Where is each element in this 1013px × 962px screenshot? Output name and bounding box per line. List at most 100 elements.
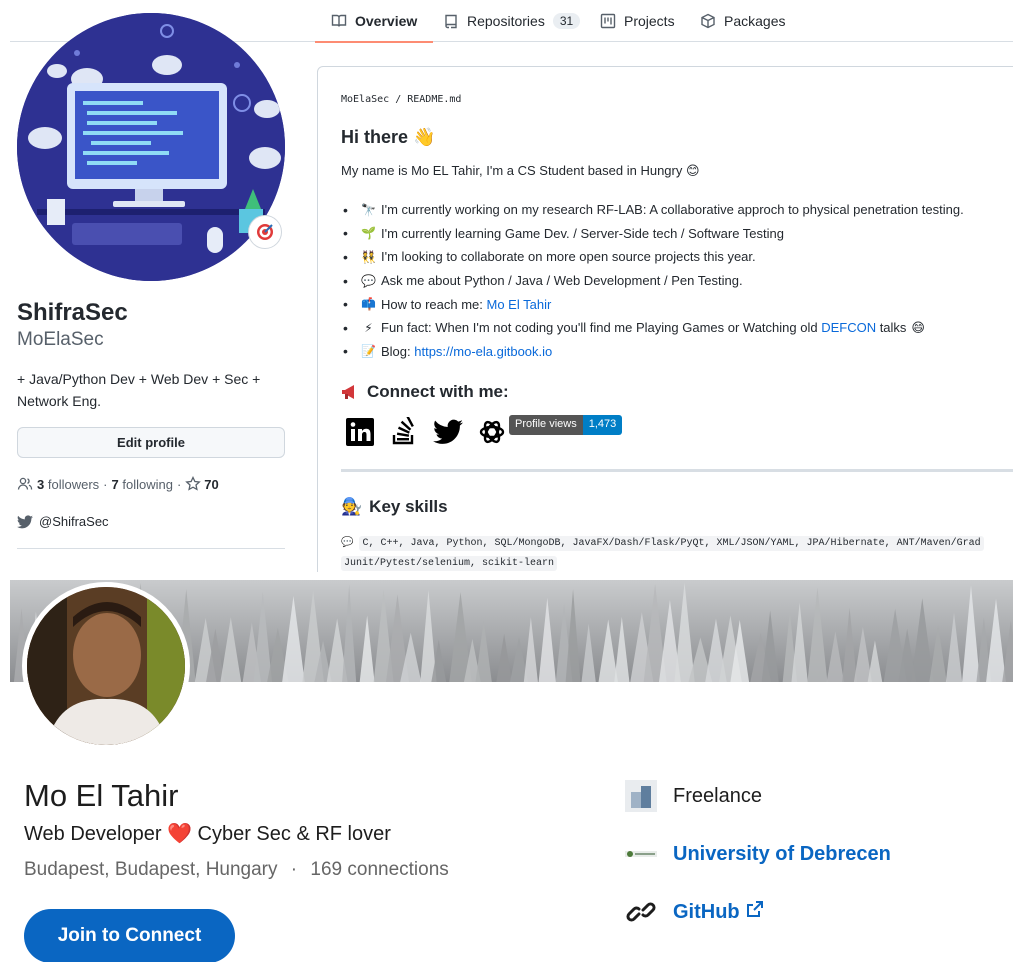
skills-heading-text: Key skills xyxy=(369,497,448,516)
website-link-github[interactable]: GitHub xyxy=(625,896,764,928)
repo-icon xyxy=(445,14,457,29)
tab-projects-label: Projects xyxy=(624,13,675,29)
readme-divider xyxy=(341,469,1013,472)
megaphone-icon xyxy=(342,385,354,399)
stars-link[interactable]: 70 xyxy=(185,476,219,492)
social-links xyxy=(345,417,507,447)
project-icon xyxy=(600,13,616,29)
openai-link[interactable] xyxy=(477,417,507,447)
status-emoji-button[interactable] xyxy=(248,215,282,249)
readme-path-user[interactable]: MoElaSec xyxy=(341,94,389,105)
tab-overview[interactable]: Overview xyxy=(314,0,434,43)
dancers-icon: 👯 xyxy=(361,249,376,264)
linkedin-location-row: Budapest, Budapest, Hungary · 169 connec… xyxy=(24,859,449,881)
github-avatar[interactable] xyxy=(17,13,285,281)
linkedin-avatar[interactable] xyxy=(22,582,190,750)
readme-path-separator: / xyxy=(389,94,408,105)
linkedin-name: Mo El Tahir xyxy=(24,778,179,813)
list-item: 📝 Blog: https://mo-ela.gitbook.io xyxy=(341,340,964,364)
speech-bubble-icon: 💬 xyxy=(361,273,376,288)
lightning-icon: ⚡ xyxy=(364,320,373,335)
star-icon xyxy=(185,476,202,491)
readme-heading-text: Hi there xyxy=(341,127,409,147)
list-item-text: I'm looking to collaborate on more open … xyxy=(381,249,756,265)
education-item-debrecen[interactable]: University of Debrecen xyxy=(625,838,891,870)
wave-icon: 👋 xyxy=(413,127,436,147)
profile-display-name: ShifraSec xyxy=(17,299,128,326)
tab-repositories[interactable]: Repositories 31 xyxy=(443,0,581,42)
dot-separator: · xyxy=(176,476,182,492)
following-link[interactable]: 7 following xyxy=(112,477,173,492)
telescope-icon: 🔭 xyxy=(361,202,376,217)
book-icon xyxy=(331,14,347,27)
people-icon xyxy=(17,477,33,490)
sidebar-divider xyxy=(17,548,285,549)
experience-item-freelance[interactable]: Freelance xyxy=(625,780,762,812)
skills-code-2: Junit/Pytest/selenium, scikit-learn xyxy=(341,556,558,571)
grin-icon: 😄 xyxy=(911,319,925,335)
readme-intro: My name is Mo EL Tahir, I'm a CS Student… xyxy=(341,163,700,179)
badge-label: Profile views xyxy=(509,415,583,435)
defcon-link[interactable]: DEFCON xyxy=(821,320,876,335)
speech-bubble-icon: 💬 xyxy=(341,537,354,548)
blog-link[interactable]: https://mo-ela.gitbook.io xyxy=(414,344,552,359)
list-item: 👯 I'm looking to collaborate on more open… xyxy=(341,245,964,269)
list-item: 🔭 I'm currently working on my research RF… xyxy=(341,198,964,222)
linkedin-link[interactable] xyxy=(345,417,375,447)
openai-icon xyxy=(479,420,505,444)
github-profile: Overview Repositories 31 Projects Packag… xyxy=(0,0,1013,575)
readme-path: MoElaSec / README.md xyxy=(341,94,461,105)
join-to-connect-button[interactable]: Join to Connect xyxy=(24,909,235,962)
followers-link[interactable]: 3 followers xyxy=(37,477,99,492)
edit-profile-button[interactable]: Edit profile xyxy=(17,427,285,458)
list-item: 💬 Ask me about Python / Java / Web Develo… xyxy=(341,269,964,293)
twitter-social-link[interactable] xyxy=(433,417,463,447)
following-count: 7 xyxy=(111,476,119,492)
package-icon xyxy=(701,13,715,29)
twitter-icon xyxy=(433,419,463,444)
list-item-text: I'm currently working on my research RF-… xyxy=(381,202,964,218)
readme-heading: Hi there 👋 xyxy=(341,127,435,148)
readme-list: 🔭 I'm currently working on my research RF… xyxy=(341,198,964,363)
tab-projects[interactable]: Projects xyxy=(600,0,675,42)
profile-views-badge: Profile views 1,473 xyxy=(509,415,623,435)
repositories-count: 31 xyxy=(552,13,581,29)
education-label: University of Debrecen xyxy=(673,842,891,865)
contact-link[interactable]: Mo El Tahir xyxy=(487,297,552,312)
follow-stats: 3 followers · 7 following · 70 xyxy=(17,476,219,492)
linkedin-icon xyxy=(346,418,374,446)
list-item-text: Ask me about Python / Java / Web Develop… xyxy=(381,273,743,289)
readme-path-file[interactable]: README.md xyxy=(407,94,461,105)
connect-heading-text: Connect with me: xyxy=(367,382,509,401)
list-item-text-after: talks xyxy=(876,320,907,336)
profile-bio: + Java/Python Dev + Web Dev + Sec + Netw… xyxy=(17,371,261,409)
dot-separator: · xyxy=(290,859,298,880)
followers-count: 3 xyxy=(37,476,45,492)
list-item-text: I'm currently learning Game Dev. / Serve… xyxy=(381,225,784,241)
readme-card: MoElaSec / README.md Hi there 👋 My name … xyxy=(317,66,1013,575)
website-label: GitHub xyxy=(673,900,740,923)
link-icon xyxy=(626,902,656,922)
stackoverflow-link[interactable] xyxy=(389,417,419,447)
skills-line-1: 💬 C, C++, Java, Python, SQL/MongoDB, Jav… xyxy=(341,536,984,551)
seedling-icon: 🌱 xyxy=(361,226,376,241)
list-item-text: Blog: xyxy=(381,343,415,359)
list-item-text: Fun fact: When I'm not coding you'll fin… xyxy=(381,320,822,336)
tab-packages[interactable]: Packages xyxy=(700,0,785,42)
twitter-handle: @ShifraSec xyxy=(39,514,109,529)
location-text: Budapest, Budapest, Hungary xyxy=(24,859,278,880)
badge-value: 1,473 xyxy=(582,415,623,435)
stars-count: 70 xyxy=(204,476,219,492)
profile-photo xyxy=(27,587,185,745)
list-item-text: How to reach me: xyxy=(381,296,487,312)
list-item: 📫 How to reach me: Mo El Tahir xyxy=(341,292,964,316)
linkedin-headline: Web Developer ❤️ Cyber Sec & RF lover xyxy=(24,821,391,846)
twitter-link[interactable]: @ShifraSec xyxy=(17,514,109,529)
company-logo-icon xyxy=(625,780,657,812)
profile-username: MoElaSec xyxy=(17,329,104,350)
list-item: 🌱 I'm currently learning Game Dev. / Serv… xyxy=(341,222,964,246)
stackoverflow-icon xyxy=(392,417,414,445)
mechanic-icon: 🧑‍🔧 xyxy=(341,497,363,516)
twitter-icon xyxy=(17,514,33,528)
mailbox-icon: 📫 xyxy=(361,297,376,312)
